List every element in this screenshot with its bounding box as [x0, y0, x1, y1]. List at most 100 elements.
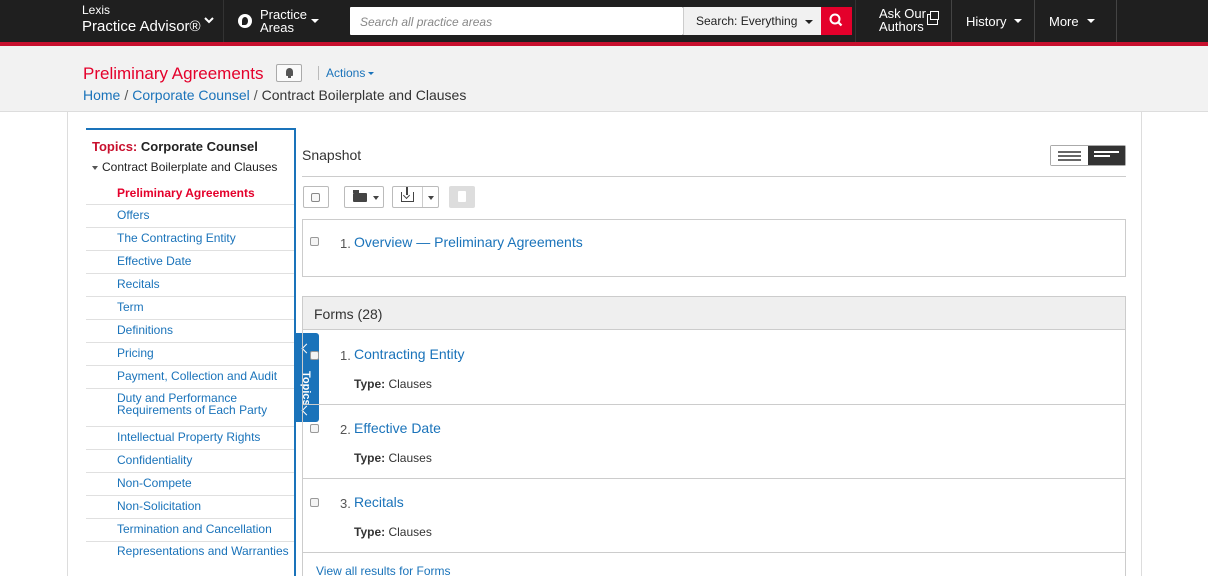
- overview-link[interactable]: Overview — Preliminary Agreements: [354, 234, 583, 250]
- caret-down-icon: [1014, 19, 1023, 23]
- search-scope-label: Search: Everything: [696, 14, 798, 28]
- sidebar-item-non-compete[interactable]: Non-Compete: [86, 473, 294, 496]
- sidebar-item-preliminary-agreements[interactable]: Preliminary Agreements: [86, 182, 294, 205]
- download-icon: [401, 187, 414, 202]
- sidebar-item-representations[interactable]: Representations and Warranties: [86, 542, 294, 576]
- form-checkbox[interactable]: [310, 351, 319, 360]
- sidebar-item-definitions[interactable]: Definitions: [86, 320, 294, 343]
- lines-icon: [1094, 151, 1119, 153]
- practice-areas-line2: Areas: [260, 20, 294, 35]
- breadcrumb-separator: /: [253, 87, 258, 103]
- form-type-value: Clauses: [388, 377, 432, 391]
- topics-label: Topics:: [92, 139, 138, 154]
- form-link[interactable]: Effective Date: [354, 420, 441, 436]
- lines-icon: [1058, 151, 1081, 153]
- folder-dropdown[interactable]: [344, 186, 384, 208]
- sidebar-item-effective-date[interactable]: Effective Date: [86, 251, 294, 274]
- topics-sidebar: Topics: Corporate Counsel Contract Boile…: [86, 128, 296, 576]
- sidebar-item-termination[interactable]: Termination and Cancellation: [86, 519, 294, 542]
- more-menu[interactable]: More: [1034, 0, 1117, 42]
- form-type: Type: Clauses: [354, 377, 432, 391]
- caret-down-icon: [373, 196, 379, 200]
- form-type: Type: Clauses: [354, 525, 432, 539]
- overview-checkbox[interactable]: [310, 237, 319, 246]
- select-all-checkbox[interactable]: [303, 186, 329, 208]
- caret-down-icon: [311, 19, 319, 23]
- search-scope-dropdown[interactable]: Search: Everything: [683, 7, 821, 35]
- form-type: Type: Clauses: [354, 451, 432, 465]
- sidebar-item-ip-rights[interactable]: Intellectual Property Rights: [86, 427, 294, 450]
- form-link[interactable]: Recitals: [354, 494, 404, 510]
- sidebar-title: Topics: Corporate Counsel: [86, 130, 294, 158]
- practice-areas-menu[interactable]: Practice Areas: [223, 0, 336, 42]
- sidebar-item-offers[interactable]: Offers: [86, 205, 294, 228]
- caret-down-icon: [92, 165, 98, 170]
- form-number: 3.: [340, 496, 351, 511]
- sidebar-section-label: Contract Boilerplate and Clauses: [102, 160, 278, 174]
- external-window-icon: [927, 11, 939, 25]
- search-button[interactable]: [821, 7, 852, 35]
- brand-line1: Lexis: [82, 3, 111, 17]
- view-toggle: [1050, 145, 1126, 166]
- brand-line2: Practice Advisor®: [82, 18, 201, 35]
- form-number: 1.: [340, 348, 351, 363]
- snapshot-heading: Snapshot: [302, 147, 362, 163]
- actions-menu[interactable]: Actions: [318, 66, 375, 80]
- sidebar-item-confidentiality[interactable]: Confidentiality: [86, 450, 294, 473]
- breadcrumb: Home / Corporate Counsel / Contract Boilerpl…: [83, 87, 466, 103]
- topics-value[interactable]: Corporate Counsel: [141, 139, 258, 154]
- ask-our-authors-link[interactable]: Ask Our Authors: [855, 0, 951, 42]
- breadcrumb-corporate-counsel[interactable]: Corporate Counsel: [132, 87, 250, 103]
- compact-view-button[interactable]: [1088, 146, 1125, 165]
- divider: [302, 478, 1126, 479]
- caret-down-icon: [1086, 19, 1095, 23]
- form-checkbox[interactable]: [310, 498, 319, 507]
- top-nav-bar: Lexis Practice Advisor® Practice Areas S…: [0, 0, 1208, 46]
- form-link[interactable]: Contracting Entity: [354, 346, 465, 362]
- form-type-value: Clauses: [388, 451, 432, 465]
- breadcrumb-home[interactable]: Home: [83, 87, 120, 103]
- divider: [302, 176, 1126, 177]
- form-checkbox[interactable]: [310, 424, 319, 433]
- more-label: More: [1049, 13, 1079, 29]
- sidebar-item-payment[interactable]: Payment, Collection and Audit: [86, 366, 294, 389]
- form-type-value: Clauses: [388, 525, 432, 539]
- caret-down-icon: [805, 20, 813, 24]
- form-number: 2.: [340, 422, 351, 437]
- ask-line2: Authors: [879, 19, 924, 34]
- forms-header: Forms (28): [302, 296, 1126, 330]
- history-menu[interactable]: History: [951, 0, 1034, 42]
- top-nav-inner: Lexis Practice Advisor® Practice Areas S…: [67, 0, 1142, 42]
- breadcrumb-separator: /: [124, 87, 129, 103]
- chevron-down-icon[interactable]: [203, 14, 215, 26]
- brand-logo[interactable]: Lexis Practice Advisor®: [67, 0, 223, 42]
- search-input[interactable]: Search all practice areas: [350, 7, 683, 35]
- sidebar-item-duty-performance[interactable]: Duty and Performance Requirements of Eac…: [86, 389, 294, 427]
- form-type-label: Type:: [354, 525, 386, 539]
- document-icon[interactable]: [449, 186, 475, 208]
- list-view-button[interactable]: [1051, 146, 1088, 165]
- sidebar-item-term[interactable]: Term: [86, 297, 294, 320]
- breadcrumb-current: Contract Boilerplate and Clauses: [261, 87, 467, 103]
- practice-areas-icon: [238, 14, 252, 28]
- caret-down-icon: [428, 196, 434, 200]
- folder-icon: [353, 190, 367, 202]
- sidebar-item-pricing[interactable]: Pricing: [86, 343, 294, 366]
- sidebar-section[interactable]: Contract Boilerplate and Clauses: [86, 158, 294, 182]
- checkbox-icon: [311, 193, 320, 202]
- form-type-label: Type:: [354, 377, 386, 391]
- bell-icon[interactable]: [276, 64, 302, 82]
- sidebar-item-recitals[interactable]: Recitals: [86, 274, 294, 297]
- overview-number: 1.: [340, 236, 351, 251]
- divider: [302, 404, 1126, 405]
- sidebar-item-contracting-entity[interactable]: The Contracting Entity: [86, 228, 294, 251]
- sidebar-item-non-solicitation[interactable]: Non-Solicitation: [86, 496, 294, 519]
- divider: [302, 552, 1126, 553]
- actions-label: Actions: [326, 66, 366, 80]
- search-icon: [829, 13, 843, 27]
- page-title: Preliminary Agreements: [83, 64, 264, 83]
- sidebar-list: Preliminary Agreements Offers The Contra…: [86, 182, 294, 576]
- caret-down-icon: [368, 72, 375, 76]
- history-label: History: [966, 13, 1007, 29]
- download-dropdown[interactable]: [392, 186, 439, 208]
